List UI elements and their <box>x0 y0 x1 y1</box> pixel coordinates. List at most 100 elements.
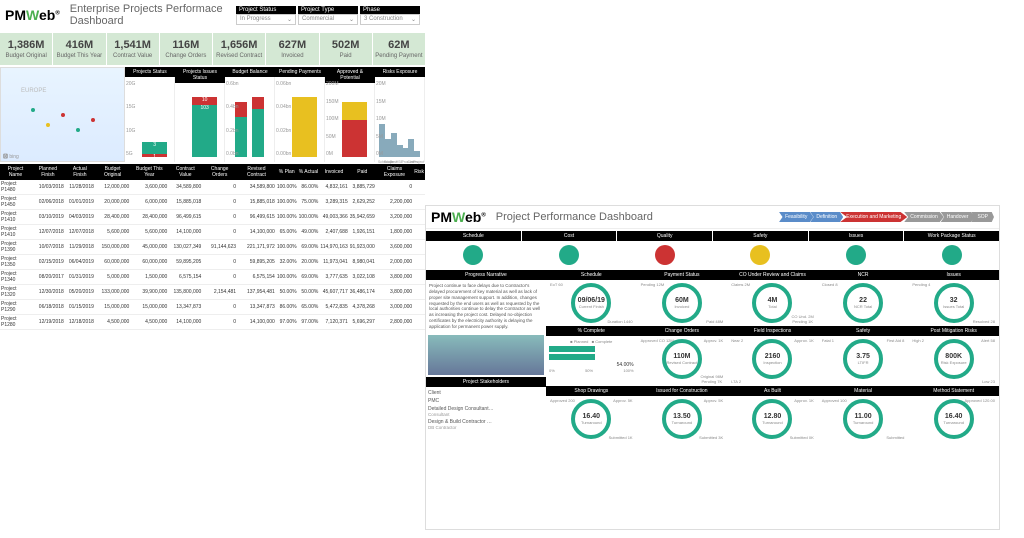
table-cell: 100.00% <box>276 180 298 195</box>
kpi-label: Change Orders <box>162 53 210 59</box>
stakeholder-item[interactable]: Detailed Design Consultant…Consultant <box>428 405 544 418</box>
kpi-card[interactable]: 62M Pending Payment <box>373 33 425 65</box>
gauge-header: % Complete <box>546 326 637 336</box>
percent-complete-chart[interactable]: ■ Planned ■ Complete 54.00% 0%50%100% <box>546 336 637 386</box>
chart-title: Budget Balance <box>225 67 275 77</box>
mini-chart[interactable]: Projects Status 315G10G15G20G <box>125 67 175 162</box>
status-dot-col: Cost <box>522 231 617 269</box>
stakeholder-item[interactable]: Design & Build Contractor …DB Contractor <box>428 418 544 431</box>
table-cell: 1,500,000 <box>130 270 168 285</box>
table-row[interactable]: Project P139010/07/201811/29/2018150,000… <box>0 240 425 255</box>
status-dot-icon[interactable] <box>463 245 483 265</box>
kpi-card[interactable]: 416M Budget This Year <box>53 33 105 65</box>
phase-chevron[interactable]: Definition <box>810 212 843 222</box>
mini-chart[interactable]: Projects Issues Status 10103 <box>175 67 225 162</box>
filter-select[interactable]: Commercial⌄ <box>298 14 358 25</box>
table-cell: 4,500,000 <box>95 315 130 330</box>
table-row[interactable]: Project P129006/18/201801/15/201915,000,… <box>0 300 425 315</box>
table-cell: 2,407,688 <box>319 225 348 240</box>
filter-select[interactable]: 3 Construction⌄ <box>360 14 420 25</box>
status-dot-icon[interactable] <box>655 245 675 265</box>
mini-chart[interactable]: Approved & Potential 0M50M100M150M200M <box>325 67 375 162</box>
narrative-header: Progress Narrative <box>426 270 546 280</box>
table-cell: 0 <box>202 255 237 270</box>
projects-table[interactable]: Project NamePlanned FinishActual FinishB… <box>0 164 425 330</box>
phase-chevron[interactable]: Execution and Marketing <box>840 212 907 222</box>
gauge-card[interactable]: Approved 200 Approv. 5K 16.40Turnaround … <box>546 396 637 442</box>
table-cell: 12/07/2018 <box>31 225 65 240</box>
mini-chart[interactable]: Budget Balance 0.0bn0.2bn0.4bn0.6bn <box>225 67 275 162</box>
table-row[interactable]: Project P134008/20/201701/31/20195,000,0… <box>0 270 425 285</box>
table-row[interactable]: Project P141003/10/201904/03/201928,400,… <box>0 210 425 225</box>
table-header[interactable]: Budget Original <box>95 164 130 180</box>
phase-chevron[interactable]: Commission <box>904 212 944 222</box>
mini-chart[interactable]: Pending Payments 0.00bn0.02bn0.04bn0.06b… <box>275 67 325 162</box>
gauge-card[interactable]: Approved CO 12M Approv. 1K 110MRevised C… <box>637 336 728 386</box>
table-cell: 12/30/2018 <box>31 285 65 300</box>
gauge-card[interactable]: Closed 8 22NCR Total <box>818 280 909 326</box>
table-row[interactable]: Project P132012/30/201805/20/2019133,000… <box>0 285 425 300</box>
table-header[interactable]: Project Name <box>0 164 31 180</box>
table-header[interactable]: Contract Value <box>168 164 202 180</box>
phase-chevron[interactable]: Feasibility <box>779 212 813 222</box>
table-row[interactable]: Project P148010/03/201811/28/201812,000,… <box>0 180 425 195</box>
gauge-card[interactable]: Approved 120.00 16.40Turnaround <box>908 396 999 442</box>
gauge-card[interactable]: Pending 4 32Issues Total Resolved 28 <box>908 280 999 326</box>
table-header[interactable]: Risk <box>413 164 425 180</box>
table-row[interactable]: Project P145002/06/201801/01/201920,000,… <box>0 195 425 210</box>
filter-select[interactable]: In Progress⌄ <box>236 14 296 25</box>
status-dot-icon[interactable] <box>846 245 866 265</box>
kpi-card[interactable]: 1,656M Revised Contract <box>213 33 265 65</box>
kpi-cards: 1,386M Budget Original 416M Budget This … <box>0 33 425 65</box>
kpi-card[interactable]: 502M Paid <box>320 33 372 65</box>
table-header[interactable]: Change Orders <box>202 164 237 180</box>
gauge-card[interactable]: Approv. 1K 12.80Turnaround Submitted 0K <box>727 396 818 442</box>
gauge-card[interactable]: Pending 12M 60MInvoiced Paid 48M <box>637 280 728 326</box>
mini-chart[interactable]: Risks Exposure 0M5M10M15M20MScheduleScop… <box>375 67 425 162</box>
gauge-card[interactable]: High 2 Alert 58 800KRisk Exposure Low 23 <box>908 336 999 386</box>
table-row[interactable]: Project P128012/19/201812/18/20184,500,0… <box>0 315 425 330</box>
bing-map[interactable]: EUROPE 🅱 bing <box>0 67 125 162</box>
project-dashboard: PMWeb® Project Performance Dashboard Fea… <box>425 205 1000 530</box>
project-photo[interactable] <box>428 335 544 375</box>
gauge-card[interactable]: EoT 60 09/06/19Current Finish Duration 1… <box>546 280 637 326</box>
table-header[interactable]: Planned Finish <box>31 164 65 180</box>
table-row[interactable]: Project P135002/15/201906/04/201960,000,… <box>0 255 425 270</box>
table-header[interactable]: Actual Finish <box>65 164 95 180</box>
right-body: Progress Narrative Project continue to f… <box>426 270 999 442</box>
gauge-label: Current Finish <box>579 304 604 309</box>
table-header[interactable]: Revised Contract <box>237 164 276 180</box>
status-dot-icon[interactable] <box>559 245 579 265</box>
table-cell: 91,923,000 <box>349 240 376 255</box>
kpi-label: Budget Original <box>2 53 50 59</box>
status-dot-icon[interactable] <box>750 245 770 265</box>
gauge-card[interactable]: Approv. 5K 13.50Turnaround Submitted 3K <box>637 396 728 442</box>
gauge-value: 16.40 <box>945 413 963 420</box>
table-header[interactable]: Claims Exposure <box>376 164 413 180</box>
gauge-card[interactable]: Fatal 1 First Aid 8 3.75LTIFR <box>818 336 909 386</box>
stakeholder-item[interactable]: PMC <box>428 397 544 405</box>
status-dot-icon[interactable] <box>942 245 962 265</box>
table-cell: 2,154,481 <box>202 285 237 300</box>
kpi-card[interactable]: 1,386M Budget Original <box>0 33 52 65</box>
table-cell: 45,607,717 <box>319 285 348 300</box>
gauge-header: Payment Status <box>637 270 728 280</box>
table-cell: 0 <box>202 300 237 315</box>
table-row[interactable]: Project P141012/07/201812/07/20185,600,0… <box>0 225 425 240</box>
table-header[interactable]: % Plan <box>276 164 298 180</box>
table-header[interactable]: Paid <box>349 164 376 180</box>
filter-label: Project Status <box>236 6 296 14</box>
kpi-card[interactable]: 116M Change Orders <box>160 33 212 65</box>
gauge-card[interactable]: Claims 2M 4MTotal CO Und. 2M Pending 1K <box>727 280 818 326</box>
table-header[interactable]: Invoiced <box>319 164 348 180</box>
phase-chevron[interactable]: Handover <box>941 212 975 222</box>
phase-chevron[interactable]: SOP <box>971 212 994 222</box>
kpi-card[interactable]: 1,541M Contract Value <box>107 33 159 65</box>
gauge-card[interactable]: Approved 100 11.00Turnaround Submitted <box>818 396 909 442</box>
table-header[interactable]: % Actual <box>298 164 320 180</box>
table-header[interactable]: Budget This Year <box>130 164 168 180</box>
kpi-card[interactable]: 627M Invoiced <box>266 33 318 65</box>
table-cell: 35,942,659 <box>349 210 376 225</box>
gauge-card[interactable]: Near 2 Approv. 1K 2160Inspection LTA 2 <box>727 336 818 386</box>
stakeholder-item[interactable]: Client <box>428 389 544 397</box>
